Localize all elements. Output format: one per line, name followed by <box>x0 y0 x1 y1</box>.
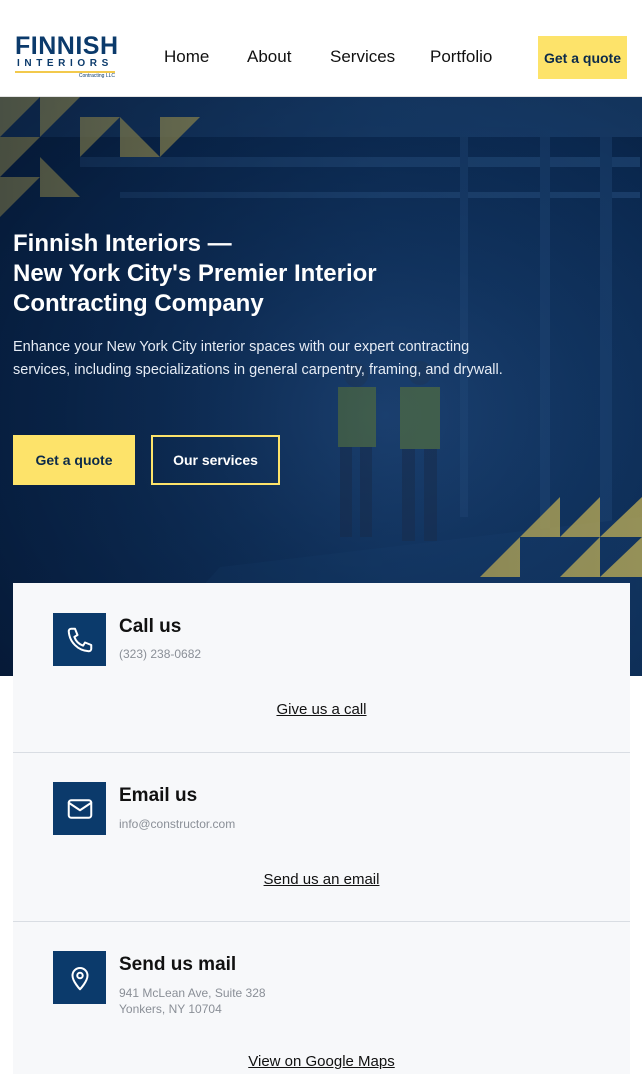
map-pin-icon <box>53 951 106 1004</box>
contact-panel: Call us (323) 238-0682 Give us a call Em… <box>13 583 630 1074</box>
hero-get-quote-button[interactable]: Get a quote <box>13 435 135 485</box>
phone-number: (323) 238-0682 <box>119 647 202 661</box>
logo-wordmark: FINNISH <box>15 32 119 60</box>
site-header: FINNISH INTERIORS Contracting LLC Home A… <box>0 0 642 97</box>
nav-services-link[interactable]: Services <box>330 47 395 67</box>
header-get-quote-button[interactable]: Get a quote <box>538 36 627 79</box>
hero-title-line-1: Finnish Interiors — <box>13 230 232 257</box>
hero-title-line-2: New York City's Premier Interior <box>13 260 377 287</box>
send-us-an-email-link[interactable]: Send us an email <box>13 871 630 889</box>
nav-portfolio-link[interactable]: Portfolio <box>430 47 492 67</box>
call-us-title: Call us <box>119 616 182 637</box>
send-us-mail-title: Send us mail <box>119 954 237 975</box>
email-address: info@constructor.com <box>119 817 236 831</box>
view-on-google-maps-link[interactable]: View on Google Maps <box>13 1053 630 1071</box>
send-us-mail-card: Send us mail 941 McLean Ave, Suite 328 Y… <box>13 922 630 1074</box>
phone-icon <box>53 613 106 666</box>
finnish-interiors-logo[interactable]: FINNISH INTERIORS Contracting LLC <box>15 32 119 81</box>
email-us-title: Email us <box>119 785 198 806</box>
hero-title: Finnish Interiors — New York City's Prem… <box>13 229 433 319</box>
call-us-card: Call us (323) 238-0682 Give us a call <box>13 583 630 752</box>
hero-description: Enhance your New York City interior spac… <box>13 339 503 378</box>
email-us-card: Email us info@constructor.com Send us an… <box>13 753 630 922</box>
nav-home-link[interactable]: Home <box>164 47 209 67</box>
address-line-1: 941 McLean Ave, Suite 328 <box>119 986 266 1000</box>
hero-title-line-3: Contracting Company <box>13 290 264 317</box>
logo-subtitle: INTERIORS <box>17 58 113 69</box>
envelope-icon <box>53 782 106 835</box>
hero-our-services-button[interactable]: Our services <box>151 435 280 485</box>
logo-tagline: Contracting LLC <box>78 73 115 79</box>
give-us-a-call-link[interactable]: Give us a call <box>13 701 630 719</box>
nav-about-link[interactable]: About <box>247 47 291 67</box>
address-line-2: Yonkers, NY 10704 <box>119 1002 222 1016</box>
